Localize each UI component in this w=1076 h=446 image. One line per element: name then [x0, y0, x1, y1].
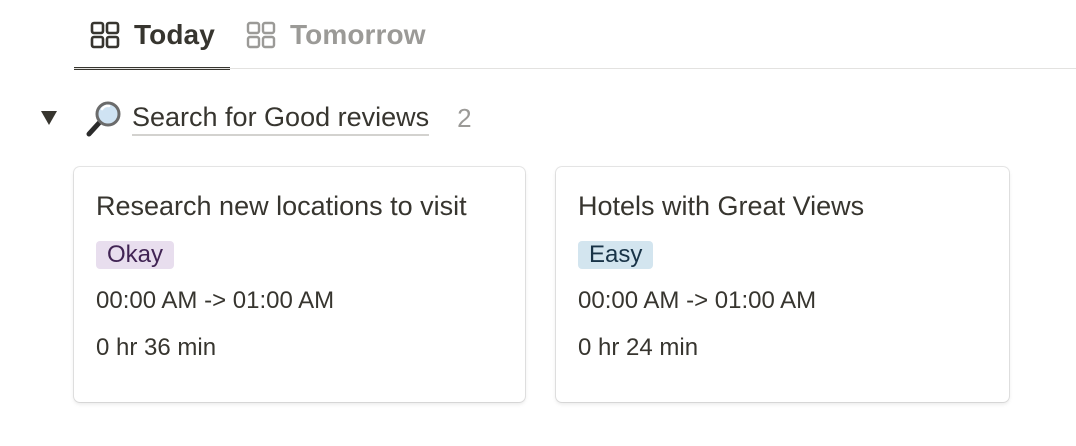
- board-card[interactable]: Research new locations to visit Okay 00:…: [74, 167, 525, 402]
- difficulty-tag: Okay: [96, 241, 175, 269]
- toggle-triangle-icon[interactable]: [38, 107, 60, 129]
- board-icon: [90, 20, 120, 50]
- view-tabs: Today Tomorrow: [74, 0, 1076, 70]
- card-time-range: 00:00 AM -> 01:00 AM: [96, 287, 335, 314]
- card-title: Research new locations to visit: [96, 191, 467, 221]
- card-duration: 0 hr 24 min: [578, 334, 699, 361]
- tab-tomorrow[interactable]: Tomorrow: [246, 0, 436, 70]
- tab-today-label: Today: [134, 19, 215, 50]
- card-title: Hotels with Great Views: [578, 191, 865, 221]
- board-card[interactable]: Hotels with Great Views Easy 00:00 AM ->…: [556, 167, 1009, 402]
- tab-tomorrow-label: Tomorrow: [290, 19, 426, 50]
- card-time-range: 00:00 AM -> 01:00 AM: [578, 287, 817, 314]
- group-title[interactable]: Search for Good reviews: [132, 101, 430, 136]
- board-icon: [246, 20, 276, 50]
- tab-today[interactable]: Today: [74, 0, 230, 70]
- magnifying-glass-icon: [84, 98, 124, 138]
- group-header: Search for Good reviews 2: [38, 96, 472, 140]
- tabs-divider: [74, 68, 1076, 69]
- card-duration: 0 hr 36 min: [96, 334, 217, 361]
- difficulty-tag: Easy: [578, 241, 654, 269]
- group-count: 2: [457, 102, 472, 133]
